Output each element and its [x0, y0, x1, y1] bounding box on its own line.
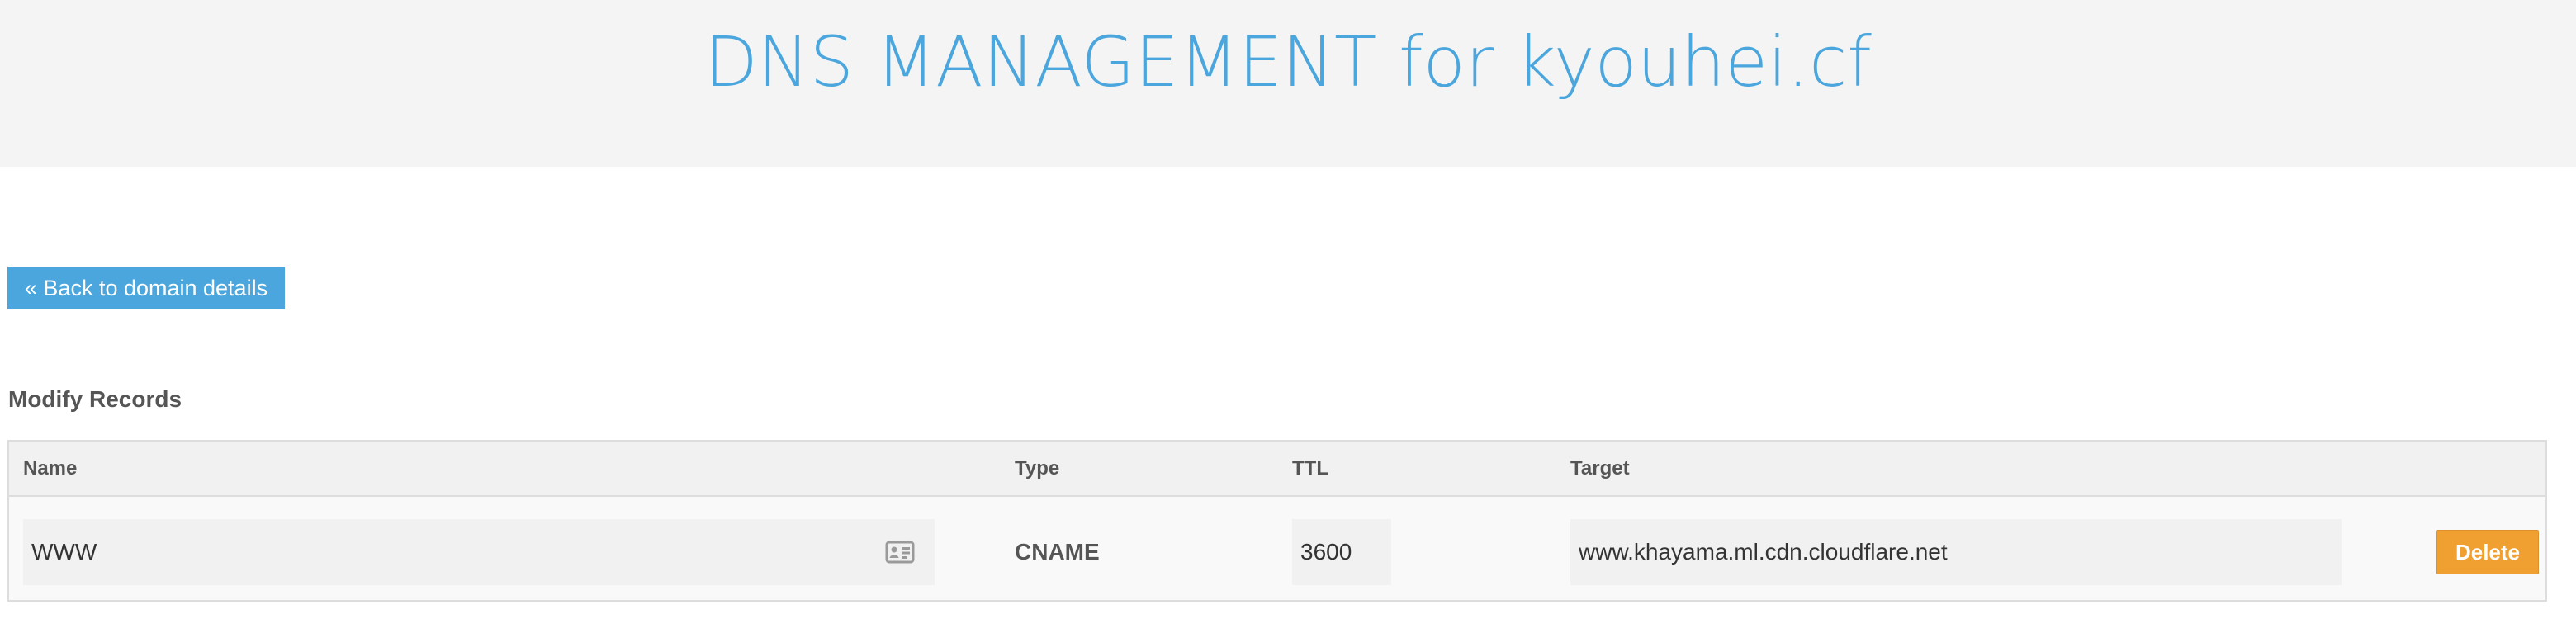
record-target-input[interactable] — [1570, 519, 2342, 585]
modify-records-heading: Modify Records — [8, 386, 182, 412]
column-header-target: Target — [1570, 457, 1630, 480]
record-name-input[interactable] — [23, 519, 935, 585]
contact-card-icon[interactable] — [885, 537, 915, 567]
back-to-domain-details-button[interactable]: « Back to domain details — [7, 267, 285, 310]
record-ttl-input[interactable] — [1292, 519, 1391, 585]
column-header-type: Type — [1015, 457, 1060, 480]
table-header-row: Name Type TTL Target — [9, 442, 2545, 497]
record-type-value: CNAME — [1015, 539, 1100, 565]
column-header-ttl: TTL — [1292, 457, 1328, 480]
records-table: Name Type TTL Target CNAME Delete — [7, 440, 2547, 602]
page-header: DNS MANAGEMENT for kyouhei.cf — [0, 0, 2576, 167]
delete-record-button[interactable]: Delete — [2436, 530, 2539, 574]
column-header-name: Name — [23, 457, 78, 480]
page-title: DNS MANAGEMENT for kyouhei.cf — [704, 21, 1872, 102]
